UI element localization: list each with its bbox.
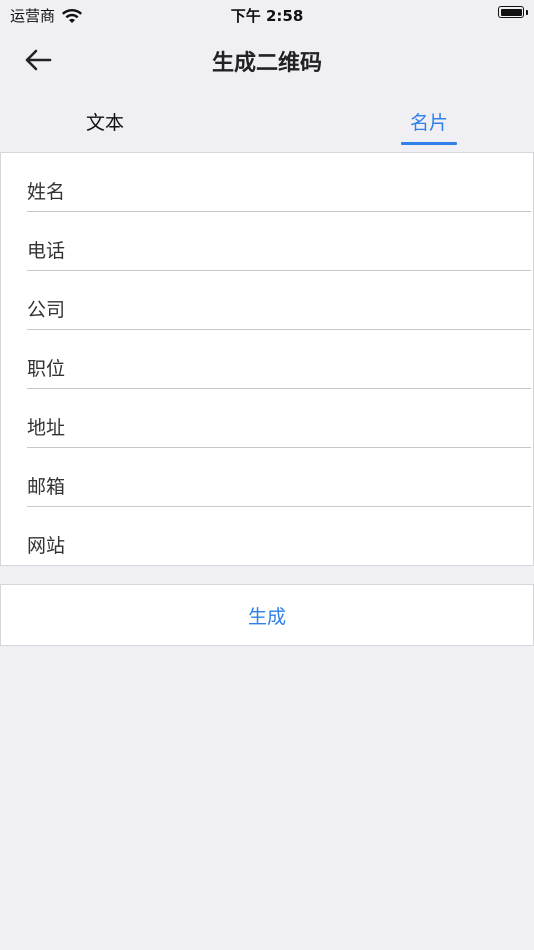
field-address-label: 地址 [27,417,66,439]
tab-business-card[interactable]: 名片 [396,108,462,135]
navigation-bar: 生成二维码 [0,28,534,92]
website-input[interactable] [85,532,527,562]
generate-button[interactable]: 生成 [0,584,534,646]
company-input[interactable] [85,296,527,326]
page-title: 生成二维码 [211,51,322,76]
field-website[interactable]: 网站 [27,507,531,566]
field-company[interactable]: 公司 [27,271,531,330]
battery-level [500,8,522,16]
field-website-label: 网站 [27,535,66,557]
field-company-label: 公司 [27,299,66,321]
status-time: 下午 2:58 [230,7,304,25]
status-bar: 运营商 下午 2:58 [0,0,534,28]
field-email[interactable]: 邮箱 [27,448,531,507]
battery-icon [498,6,524,18]
tab-bar: 文本 名片 [0,100,534,152]
field-phone[interactable]: 电话 [27,212,531,271]
field-address[interactable]: 地址 [27,389,531,448]
tab-text[interactable]: 文本 [70,108,140,135]
name-input[interactable] [85,178,527,208]
business-card-form: 姓名 电话 公司 职位 地址 邮箱 网站 [0,152,534,566]
field-name[interactable]: 姓名 [27,153,531,212]
field-name-label: 姓名 [27,181,66,203]
battery-cap [526,10,528,15]
field-email-label: 邮箱 [27,476,66,498]
field-position-label: 职位 [27,358,66,380]
field-phone-label: 电话 [27,240,66,262]
phone-input[interactable] [85,237,527,267]
field-position[interactable]: 职位 [27,330,531,389]
address-input[interactable] [85,414,527,444]
email-input[interactable] [85,473,527,503]
position-input[interactable] [85,355,527,385]
selected-tab-indicator [401,142,457,145]
